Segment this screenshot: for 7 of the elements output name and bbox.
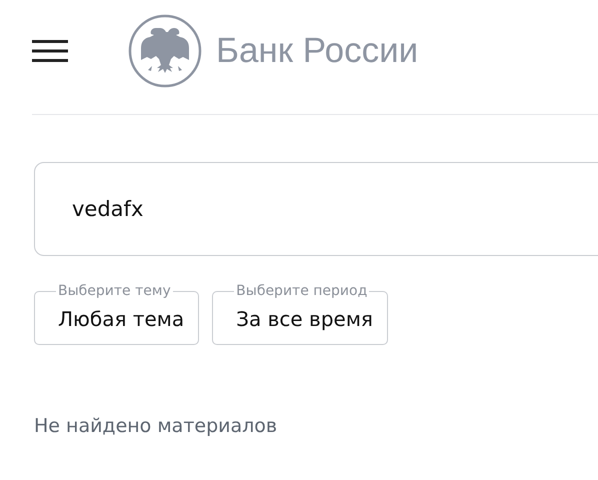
filter-select[interactable]: Выберите тему Любая тема bbox=[34, 283, 200, 345]
search-field[interactable]: vedafx bbox=[34, 162, 598, 256]
brand-name: Банк России bbox=[216, 31, 418, 71]
empty-message: Не найдено материалов bbox=[34, 415, 278, 437]
filter-select[interactable]: Выберите период За все время bbox=[212, 283, 388, 345]
eagle-emblem-icon bbox=[128, 14, 202, 88]
menu-icon[interactable] bbox=[32, 39, 68, 63]
